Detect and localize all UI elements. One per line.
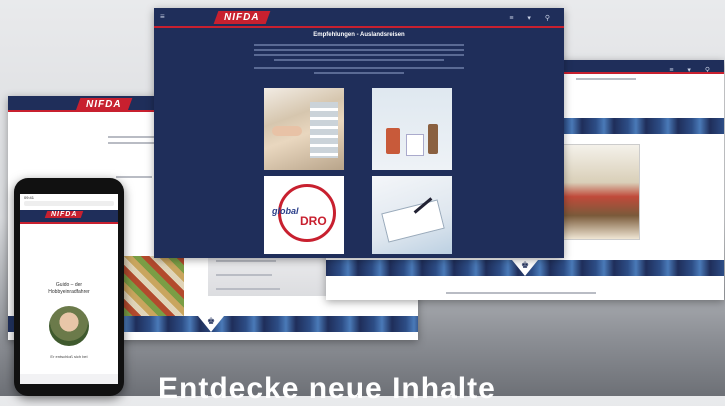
text-line [254, 54, 464, 56]
text-line [216, 274, 272, 276]
bottle-shape [428, 124, 438, 154]
avatar [49, 306, 89, 346]
phone-bottom-bar [20, 374, 118, 384]
header-icons[interactable]: ≡ ▾ ⚲ [509, 14, 556, 22]
bottle-shape [406, 134, 424, 156]
main-screen-logo[interactable]: NIFDA [213, 11, 270, 24]
text-line [254, 49, 464, 51]
text-line [216, 260, 276, 262]
main-screen: ≡ NIFDA ≡ ▾ ⚲ Empfehlungen - Auslandsrei… [154, 8, 564, 258]
food-collage-image [120, 256, 184, 320]
hand-shape [272, 126, 302, 136]
page-title: Empfehlungen - Auslandsreisen [313, 32, 405, 38]
phone-screen: 09:41 NIFDA Guido – der Hobbyeinradfahre… [20, 194, 118, 384]
text-line [254, 67, 464, 69]
headline: Entdecke neue Inhalte [158, 372, 496, 405]
text-line [446, 292, 596, 294]
clipboard-shape [381, 199, 445, 243]
phone-heading-line1: Guido – der [55, 282, 83, 288]
spice-jars-photo [562, 144, 640, 240]
bottle-shape [386, 128, 400, 154]
phone-logo[interactable]: NIFDA [44, 211, 84, 218]
phone-caption: Er entschloß sich bei [50, 354, 88, 359]
main-screen-redline [154, 26, 564, 28]
shelf-shape [310, 102, 338, 158]
pharmacy-shelf-photo [264, 88, 344, 170]
clipboard-writing-photo [372, 176, 452, 254]
medicine-bottles-photo [372, 88, 452, 170]
text-line [116, 176, 152, 178]
globaldro-dro-text: DRO [300, 214, 327, 228]
phone-heading-line2: Hobbyeinradfahrer [48, 289, 90, 295]
globaldro-logo: global DRO [264, 176, 344, 254]
text-line [216, 288, 280, 290]
phone-device: 09:41 NIFDA Guido – der Hobbyeinradfahre… [14, 178, 124, 396]
text-line [576, 78, 636, 80]
text-line [274, 59, 444, 61]
text-line [108, 142, 154, 144]
main-screen-header: ≡ NIFDA ≡ ▾ ⚲ [154, 8, 564, 26]
globaldro-global-text: global [272, 206, 299, 216]
phone-header: NIFDA [20, 210, 118, 222]
phone-redline [20, 222, 118, 224]
text-line [254, 44, 464, 46]
text-line [108, 136, 154, 138]
text-line [314, 72, 404, 74]
menu-icon[interactable]: ≡ [160, 12, 165, 21]
phone-address-bar[interactable] [24, 201, 114, 206]
phone-status-time: 09:41 [24, 195, 35, 200]
